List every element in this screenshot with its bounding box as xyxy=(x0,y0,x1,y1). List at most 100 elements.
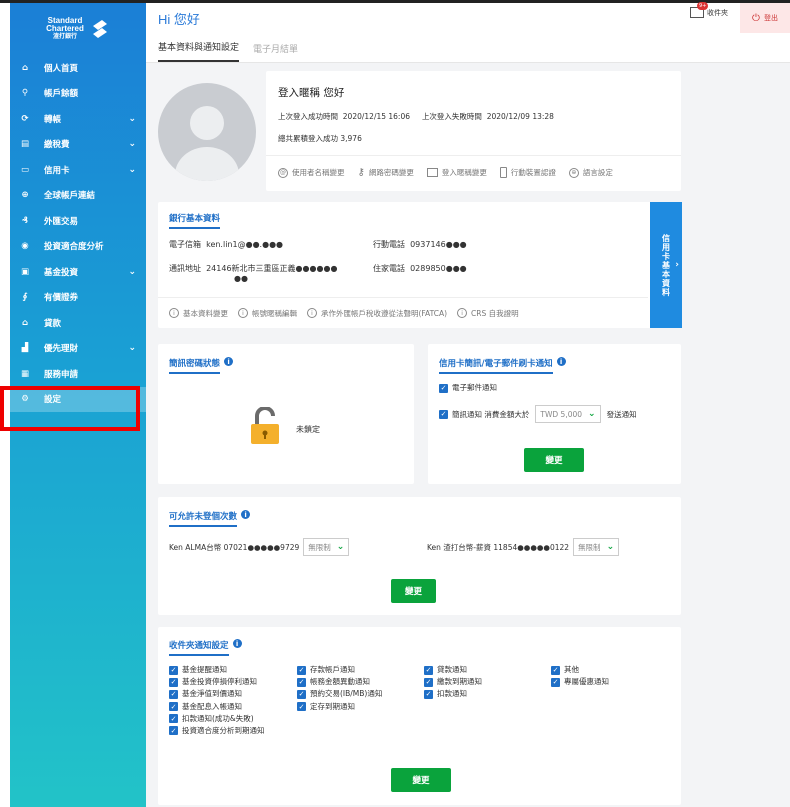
change-password-link[interactable]: ⚷ 網路密碼變更 xyxy=(358,167,414,178)
notify-option[interactable]: ✓ 定存到期通知 xyxy=(297,701,382,713)
inbox-notify-change-button[interactable]: 變更 xyxy=(391,768,451,792)
notify-option[interactable]: ✓ 基金投資停損停利通知 xyxy=(169,676,265,688)
greeting: Hi 您好 xyxy=(158,11,200,27)
sidebar-item-11[interactable]: ▟ 優先理財 ⌄ xyxy=(10,336,146,362)
checkbox-checked-icon[interactable]: ✓ xyxy=(169,665,178,675)
notify-option-label: 扣款通知 xyxy=(437,689,467,699)
checkbox-checked-icon[interactable]: ✓ xyxy=(297,665,306,675)
limit-dropdown-2[interactable]: 無限制 ⌄ xyxy=(573,538,620,556)
checkbox-checked-icon[interactable]: ✓ xyxy=(169,677,178,687)
notify-option[interactable]: ✓ 貸款通知 xyxy=(424,664,482,676)
amount-dropdown[interactable]: TWD 5,000 ⌄ xyxy=(535,405,601,423)
inbox-count-badge: 9+ xyxy=(697,2,709,10)
notify-option[interactable]: ✓ 扣款通知 xyxy=(424,688,482,700)
logout-button[interactable]: ⏻ 登出 xyxy=(740,3,790,33)
notify-option[interactable]: ✓ 其他 xyxy=(551,664,609,676)
notify-option[interactable]: ✓ 扣款通知(成功&失敗) xyxy=(169,713,265,725)
checkbox-checked-icon[interactable]: ✓ xyxy=(439,383,448,393)
sidebar-item-label: 轉帳 xyxy=(44,114,62,125)
inbox-icon: 9+ xyxy=(690,2,709,18)
inbox-button[interactable]: 9+ 收件夾 xyxy=(690,2,728,18)
sidebar-item-6[interactable]: ₰ 外匯交易 xyxy=(10,208,146,234)
info-icon[interactable]: i xyxy=(232,639,242,648)
sidebar-item-8[interactable]: ▣ 基金投資 ⌄ xyxy=(10,259,146,285)
tab-bar: 基本資料與通知設定 電子月結單 xyxy=(146,33,790,63)
bank-logo[interactable]: Standard Chartered 渣打銀行 xyxy=(10,3,146,55)
tab-basic-settings[interactable]: 基本資料與通知設定 xyxy=(158,40,240,62)
sidebar-item-7[interactable]: ◉ 投資適合度分析 xyxy=(10,234,146,260)
home-phone-row: 住家電話 0289850●●● xyxy=(373,264,467,273)
checkbox-checked-icon[interactable]: ✓ xyxy=(424,689,433,699)
change-basic-info-link[interactable]: i 基本資料變更 xyxy=(169,308,228,319)
info-icon[interactable]: i xyxy=(224,357,234,366)
sidebar-item-3[interactable]: ▤ 繳稅費 ⌄ xyxy=(10,132,146,158)
notify-option[interactable]: ✓ 基金配息入帳通知 xyxy=(169,701,265,713)
sidebar-item-10[interactable]: ⌂ 貸款 xyxy=(10,310,146,336)
tab-e-statement[interactable]: 電子月結單 xyxy=(253,42,298,62)
mobile-row: 行動電話 0937146●●● xyxy=(373,240,467,249)
checkbox-checked-icon[interactable]: ✓ xyxy=(169,726,178,736)
card-notify-card: 信用卡簡訊/電子郵件刷卡通知 i ✓ 電子郵件通知 ✓ 簡訊通知 消費金額大於 TWD… xyxy=(428,344,681,484)
sidebar-item-label: 貸款 xyxy=(44,318,62,329)
notify-option[interactable]: ✓ 帳務金額異動通知 xyxy=(297,676,382,688)
checkbox-checked-icon[interactable]: ✓ xyxy=(297,702,306,712)
info-icon[interactable]: i xyxy=(241,510,251,519)
notify-option[interactable]: ✓ 基金提醒通知 xyxy=(169,664,265,676)
credit-card-info-tab[interactable]: 信用卡基本資料 › xyxy=(650,202,682,328)
notify-option[interactable]: ✓ 繳款到期通知 xyxy=(424,676,482,688)
language-link[interactable]: ⊕ 語言設定 xyxy=(568,167,613,178)
edit-account-nickname-link[interactable]: i 帳號暱稱編輯 xyxy=(238,308,297,319)
sidebar-item-5[interactable]: ⊕ 全球帳戶連結 xyxy=(10,183,146,209)
email-notify-option[interactable]: ✓ 電子郵件通知 xyxy=(439,382,497,393)
user-circle-icon: @ xyxy=(278,167,288,178)
non-designated-change-button[interactable]: 變更 xyxy=(391,579,436,603)
checkbox-checked-icon[interactable]: ✓ xyxy=(551,665,560,675)
checkbox-checked-icon[interactable]: ✓ xyxy=(439,409,448,419)
sidebar-item-1[interactable]: ⚲ 帳戶餘額 xyxy=(10,81,146,107)
currency-icon: ₰ xyxy=(22,215,28,226)
sidebar-item-label: 服務申請 xyxy=(44,369,79,380)
checkbox-checked-icon[interactable]: ✓ xyxy=(551,677,560,687)
notify-option[interactable]: ✓ 存款帳戶通知 xyxy=(297,664,382,676)
card-notify-change-button[interactable]: 變更 xyxy=(524,448,584,472)
inbox-notify-title: 收件夾通知設定 xyxy=(169,639,229,656)
non-designated-title: 可允許未登個次數 xyxy=(169,510,238,527)
crs-link[interactable]: i CRS 自我證明 xyxy=(457,308,519,319)
sidebar-item-label: 繳稅費 xyxy=(44,140,70,151)
checkbox-checked-icon[interactable]: ✓ xyxy=(424,677,433,687)
sidebar-item-12[interactable]: ▦ 服務申請 xyxy=(10,361,146,387)
account-row-2: Ken 渣打台幣-薪資 11854●●●●●0122 無限制 ⌄ xyxy=(427,538,620,556)
chevron-down-icon: ⌄ xyxy=(336,542,345,552)
limit-dropdown-1[interactable]: 無限制 ⌄ xyxy=(303,538,350,556)
transfer-icon: ⟳ xyxy=(21,113,29,124)
fund-icon: ▣ xyxy=(20,266,30,277)
checkbox-checked-icon[interactable]: ✓ xyxy=(169,702,178,712)
logo-text: Standard Chartered 渣打銀行 xyxy=(46,16,84,41)
fatca-link[interactable]: i 承作外匯帳戶稅收遵從法聲明(FATCA) xyxy=(307,308,447,319)
bill-icon: ▤ xyxy=(20,139,30,150)
mobile-auth-link[interactable]: 行動裝置認證 xyxy=(499,167,556,178)
sidebar-item-0[interactable]: ⌂ 個人首頁 xyxy=(10,55,146,81)
checkbox-checked-icon[interactable]: ✓ xyxy=(169,689,178,699)
checkbox-checked-icon[interactable]: ✓ xyxy=(169,714,178,724)
sidebar-item-2[interactable]: ⟳ 轉帳 ⌄ xyxy=(10,106,146,132)
avatar xyxy=(158,83,256,181)
inbox-label: 收件夾 xyxy=(707,8,728,17)
info-icon[interactable]: i xyxy=(556,357,566,366)
sms-lock-title: 簡訊密碼狀態 xyxy=(169,357,221,374)
checkbox-checked-icon[interactable]: ✓ xyxy=(297,677,306,687)
basic-info-links: i 基本資料變更 i 帳號暱稱編輯 i 承作外匯帳戶稅收遵從法聲明(FATCA) iC… xyxy=(158,297,648,328)
inbox-notify-card: 收件夾通知設定 i ✓ 基金提醒通知 ✓ 基金投資停損停利通知 ✓ 基金淨值到價通知 ✓ 基金配… xyxy=(158,627,681,805)
notify-option[interactable]: ✓ 投資適合度分析到期通知 xyxy=(169,725,265,737)
change-nickname-link[interactable]: 登入暱稱變更 xyxy=(426,167,487,178)
checkbox-checked-icon[interactable]: ✓ xyxy=(424,665,433,675)
change-username-link[interactable]: @ 使用者名稱變更 xyxy=(278,167,345,178)
notify-option[interactable]: ✓ 基金淨值到價通知 xyxy=(169,688,265,700)
chevron-down-icon: ⌄ xyxy=(606,542,615,552)
checkbox-checked-icon[interactable]: ✓ xyxy=(297,689,306,699)
notify-option[interactable]: ✓ 專屬優惠通知 xyxy=(551,676,609,688)
notify-option[interactable]: ✓ 預約交易(IB/MB)通知 xyxy=(297,688,382,700)
analysis-icon: ◉ xyxy=(21,241,29,252)
sidebar-item-4[interactable]: ▭ 信用卡 ⌄ xyxy=(10,157,146,183)
sidebar-item-9[interactable]: ∮ 有價證券 xyxy=(10,285,146,311)
